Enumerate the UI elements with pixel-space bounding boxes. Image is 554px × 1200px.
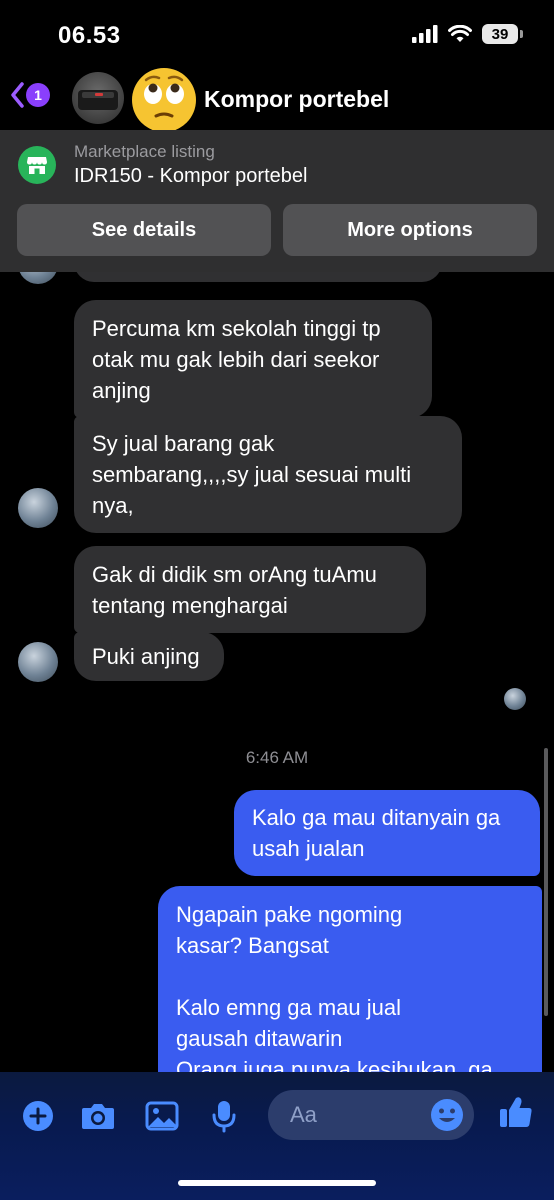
message-line: Orang juga punya kesibukan, ga [176, 1057, 493, 1072]
sender-avatar[interactable] [18, 488, 58, 528]
stove-image-icon [78, 90, 118, 110]
message-line [176, 961, 524, 992]
message-line: otak mu gak lebih dari seekor [92, 347, 380, 372]
add-button[interactable] [20, 1098, 56, 1134]
more-options-button[interactable]: More options [283, 204, 537, 256]
message-line: gausah ditawarin [176, 1026, 343, 1051]
message-bubble-partial [74, 272, 442, 282]
unread-badge: 1 [26, 83, 50, 107]
status-icons: 39 [412, 24, 523, 44]
message-timestamp: 6:46 AM [245, 748, 309, 767]
battery-level: 39 [491, 25, 509, 43]
read-receipt-avatar [504, 688, 526, 710]
chevron-left-icon [11, 82, 24, 108]
message-line: tentang menghargai [92, 593, 288, 618]
sender-avatar[interactable] [18, 642, 58, 682]
marketplace-listing-panel: Marketplace listing IDR150 - Kompor port… [0, 130, 554, 272]
message-line: Percuma km sekolah tinggi tp [92, 316, 381, 341]
camera-icon [82, 1104, 114, 1129]
message-line: Gak di didik sm orAng tuAmu [92, 562, 377, 587]
message-input[interactable]: Aa [268, 1090, 474, 1140]
message-line: Kalo emng ga mau jual [176, 995, 402, 1020]
gallery-button[interactable] [144, 1098, 180, 1134]
microphone-icon [212, 1101, 236, 1133]
see-details-button[interactable]: See details [17, 204, 271, 256]
outgoing-message[interactable]: Kalo ga mau ditanyain ga usah jualan [234, 790, 540, 876]
listing-title[interactable]: IDR150 - Kompor portebel [74, 165, 307, 188]
voice-message-button[interactable] [206, 1098, 242, 1134]
message-line: Kalo ga mau ditanyain ga [252, 805, 501, 830]
message-line: Sy jual barang gak [92, 431, 275, 456]
conversation-header: 1 Kompor portebel [0, 62, 554, 132]
battery-icon: 39 [482, 24, 523, 44]
home-indicator [178, 1180, 376, 1186]
image-icon [145, 1101, 179, 1131]
status-bar: 06.53 39 [0, 0, 554, 70]
message-line: anjing [92, 378, 151, 403]
incoming-message[interactable]: Sy jual barang gak sembarang,,,,sy jual … [74, 416, 462, 533]
store-icon [18, 146, 56, 184]
message-thread[interactable]: Percuma km sekolah tinggi tp otak mu gak… [0, 272, 554, 1072]
back-button[interactable]: 1 [10, 82, 50, 108]
message-input-placeholder: Aa [290, 1102, 317, 1127]
incoming-message[interactable]: Puki anjing [74, 632, 224, 681]
incoming-message[interactable]: Percuma km sekolah tinggi tp otak mu gak… [74, 300, 432, 418]
product-avatar[interactable] [72, 72, 124, 124]
message-line: usah jualan [252, 836, 365, 861]
listing-caption: Marketplace listing [74, 142, 215, 161]
camera-button[interactable] [80, 1098, 116, 1134]
message-line: sembarang,,,,sy jual sesuai multi [92, 462, 412, 487]
status-time: 06.53 [58, 22, 121, 49]
message-line: kasar? Bangsat [176, 933, 329, 958]
message-line: nya, [92, 493, 134, 518]
message-line: Ngapain pake ngoming [176, 902, 403, 927]
face-with-rolling-eyes-icon [130, 66, 198, 134]
cellular-signal-icon [412, 25, 438, 43]
incoming-message[interactable]: Gak di didik sm orAng tuAmu tentang meng… [74, 546, 426, 633]
thumbs-up-icon [500, 1097, 532, 1127]
message-line: Puki anjing [92, 644, 200, 669]
outgoing-message[interactable]: Ngapain pake ngoming kasar? Bangsat Kalo… [158, 886, 542, 1072]
plus-circle-icon [23, 1101, 53, 1131]
emoji-icon[interactable] [430, 1098, 464, 1132]
scrollbar[interactable] [544, 748, 548, 1016]
composer-bar: Aa [0, 1072, 554, 1200]
sender-avatar-partial [18, 272, 58, 284]
like-button[interactable] [498, 1094, 534, 1130]
wifi-icon [448, 25, 472, 42]
contact-name[interactable]: Kompor portebel [204, 86, 389, 113]
